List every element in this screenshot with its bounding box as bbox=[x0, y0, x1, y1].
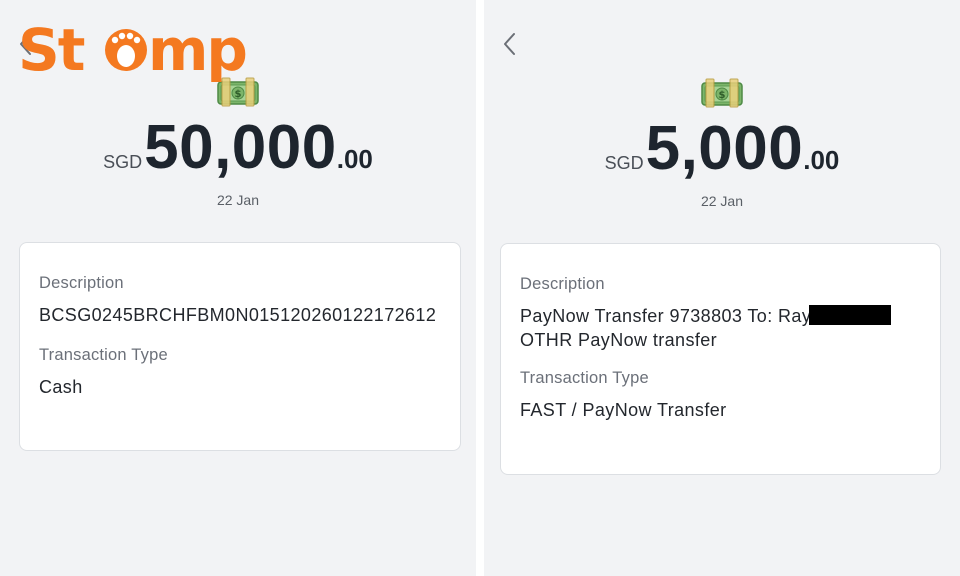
amount-whole: 5,000 bbox=[645, 114, 804, 183]
transaction-type-value: Cash bbox=[39, 377, 83, 397]
transaction-type-value: FAST / PayNow Transfer bbox=[520, 400, 727, 420]
description-value: PayNow Transfer 9738803 To: Ray OTHR Pay… bbox=[520, 304, 892, 352]
description-value: BCSG0245BRCHFBM0N015120260122172612 bbox=[39, 305, 437, 325]
description-label: Description bbox=[39, 274, 124, 292]
stomp-logo: St mp bbox=[18, 16, 248, 84]
currency-label: SGD bbox=[604, 153, 644, 173]
transaction-date: 22 Jan bbox=[216, 192, 260, 208]
description-line-1-text: PayNow Transfer 9738803 To: Ray bbox=[520, 306, 812, 326]
description-label: Description bbox=[520, 275, 605, 293]
svg-text:mp: mp bbox=[148, 16, 246, 84]
currency-label: SGD bbox=[103, 152, 143, 172]
description-line-1: PayNow Transfer 9738803 To: Ray bbox=[520, 304, 892, 328]
transaction-type-label: Transaction Type bbox=[39, 346, 168, 364]
amount-display: SGD5,000.00 bbox=[484, 113, 960, 184]
money-bag-icon: $ bbox=[701, 78, 743, 108]
back-button[interactable] bbox=[498, 30, 520, 58]
redaction-bar bbox=[809, 305, 892, 325]
chevron-left-icon bbox=[504, 33, 515, 55]
right-transaction-panel: $ SGD5,000.00 22 Jan Description PayNow … bbox=[484, 0, 960, 576]
amount-display: SGD50,000.00 bbox=[0, 112, 476, 183]
svg-text:St: St bbox=[18, 16, 85, 84]
svg-text:$: $ bbox=[235, 89, 242, 100]
description-line-2: OTHR PayNow transfer bbox=[520, 330, 718, 350]
amount-cents: .00 bbox=[803, 145, 840, 175]
amount-cents: .00 bbox=[336, 144, 373, 174]
left-transaction-panel: $ SGD50,000.00 22 Jan Description BCSG02… bbox=[0, 0, 476, 576]
transaction-date: 22 Jan bbox=[700, 193, 744, 209]
transaction-details-card: Description BCSG0245BRCHFBM0N01512026012… bbox=[19, 242, 461, 451]
amount-whole: 50,000 bbox=[144, 113, 337, 182]
svg-text:$: $ bbox=[719, 90, 726, 101]
transaction-details-card: Description PayNow Transfer 9738803 To: … bbox=[500, 243, 941, 475]
transaction-type-label: Transaction Type bbox=[520, 369, 649, 387]
